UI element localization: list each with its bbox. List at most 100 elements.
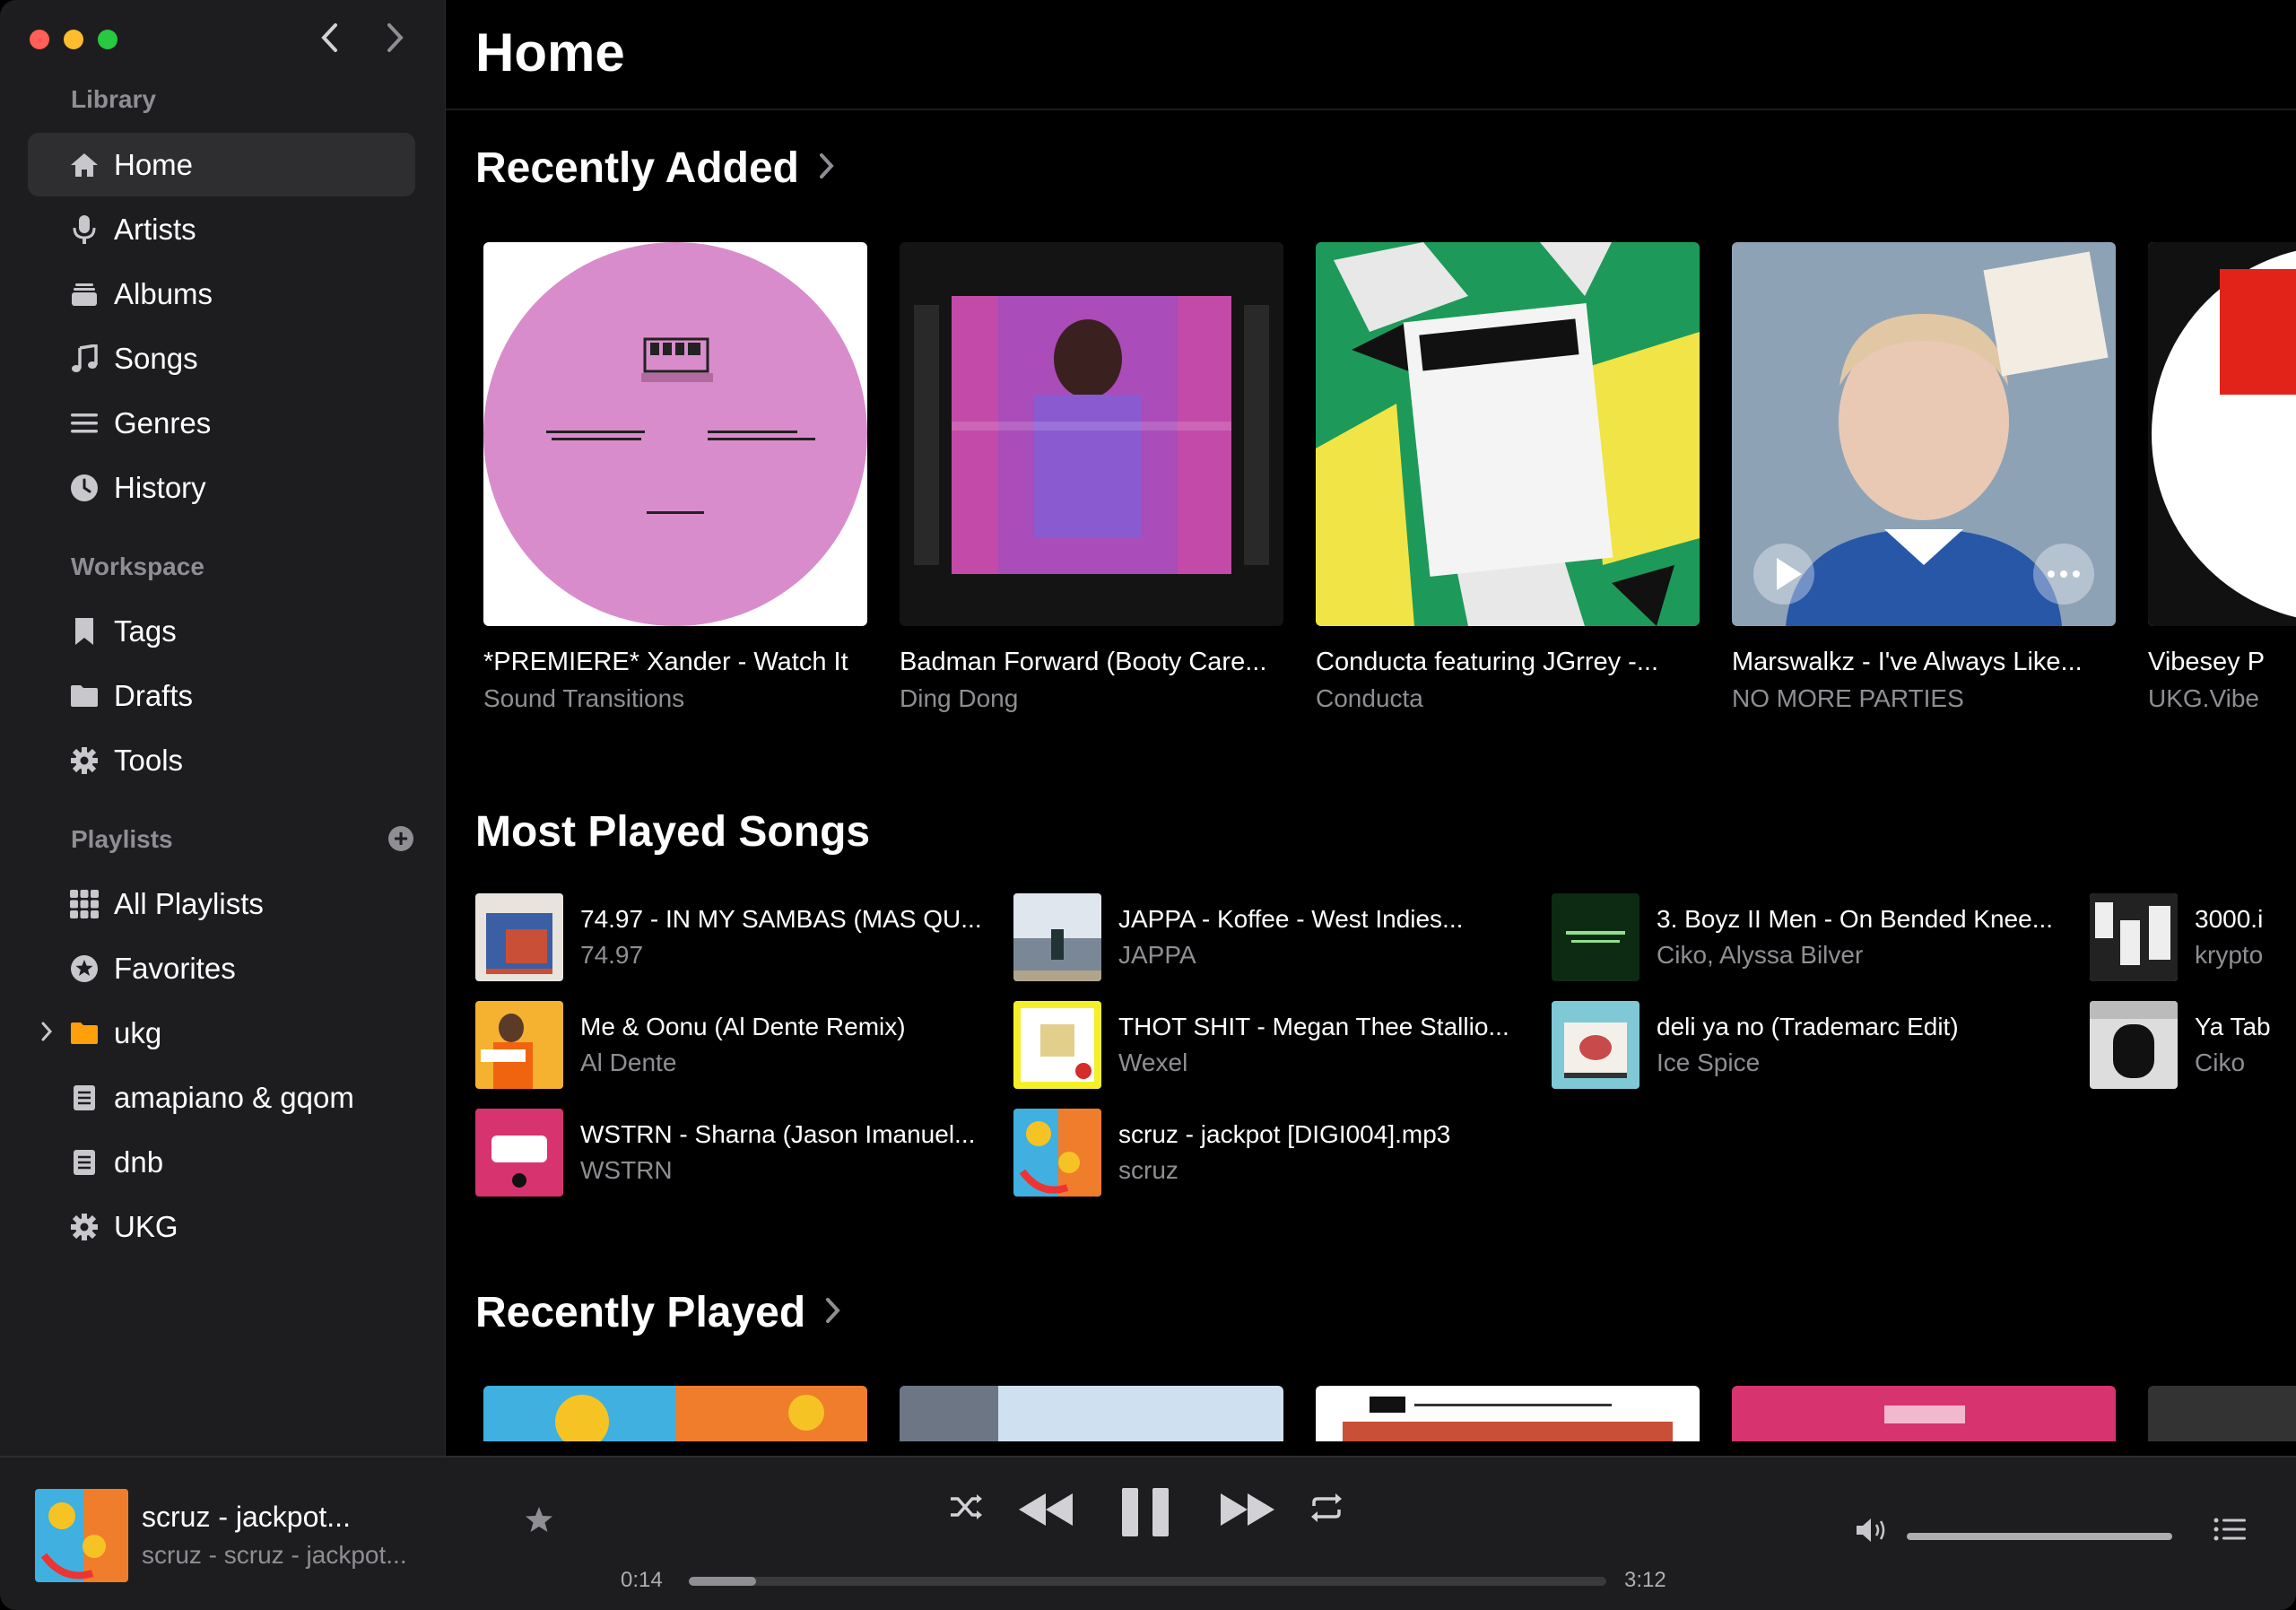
sidebar: Library Home Artists Albums Songs Genres… (0, 0, 446, 1456)
song-row[interactable]: 3. Boyz II Men - On Bended Knee... Ciko, … (1552, 893, 2090, 981)
song-artwork (1013, 893, 1101, 981)
sidebar-item-favorites[interactable]: Favorites (28, 936, 415, 1000)
song-artist: Ciko, Alyssa Bilver (1657, 941, 1864, 969)
song-row[interactable]: JAPPA - Koffee - West Indies... JAPPA (1013, 893, 1552, 981)
song-row[interactable]: 3000.i krypto (2090, 893, 2296, 981)
sidebar-item-dnb[interactable]: dnb (28, 1130, 415, 1194)
sidebar-item-ukg-folder[interactable]: ukg (28, 1001, 415, 1065)
song-title: THOT SHIT - Megan Thee Stallio... (1118, 1013, 1509, 1040)
song-title: deli ya no (Trademarc Edit) (1657, 1013, 1959, 1040)
folder-icon (69, 681, 100, 711)
album-card[interactable] (2148, 1386, 2296, 1441)
favorite-button[interactable] (525, 1504, 553, 1542)
song-artist: scruz (1118, 1156, 1178, 1184)
sidebar-item-songs[interactable]: Songs (28, 326, 415, 390)
zoom-button[interactable] (98, 30, 117, 49)
sidebar-item-label: Favorites (114, 951, 236, 985)
header-divider (446, 109, 2296, 110)
album-card[interactable]: Vibesey P UKG.Vibe (2148, 242, 2296, 713)
sidebar-item-history[interactable]: History (28, 456, 415, 519)
recently-added-row: *PREMIERE* Xander - Watch It Sound Trans… (483, 242, 2296, 744)
repeat-icon (1311, 1493, 1342, 1522)
volume-slider[interactable] (1907, 1533, 2172, 1540)
sidebar-item-all-playlists[interactable]: All Playlists (28, 872, 415, 936)
sidebar-item-ukg-smart[interactable]: UKG (28, 1195, 415, 1258)
sidebar-item-label: Home (114, 147, 194, 181)
clock-icon (69, 473, 100, 503)
star-circle-icon (69, 953, 100, 984)
album-card[interactable]: Badman Forward (Booty Care... Ding Dong (900, 242, 1283, 713)
close-button[interactable] (30, 30, 49, 49)
navigation-arrows (314, 18, 411, 57)
album-card[interactable] (900, 1386, 1283, 1441)
album-card[interactable]: Marswalkz - I've Always Like... NO MORE … (1732, 242, 2116, 713)
volume-icon[interactable] (1855, 1517, 1891, 1548)
next-button[interactable] (1219, 1492, 1276, 1527)
section-title: Most Played Songs (475, 808, 871, 856)
song-row[interactable]: scruz - jackpot [DIGI004].mp3 scruz (1013, 1109, 1552, 1197)
sidebar-item-tools[interactable]: Tools (28, 728, 415, 792)
song-row[interactable]: Me & Oonu (Al Dente Remix) Al Dente (475, 1001, 1013, 1089)
back-button[interactable] (314, 18, 344, 57)
sidebar-item-label: Tools (114, 743, 184, 777)
sidebar-item-label: dnb (114, 1144, 164, 1179)
album-card[interactable] (483, 1386, 867, 1441)
sidebar-item-label: amapiano & gqom (114, 1080, 354, 1114)
sidebar-item-home[interactable]: Home (28, 133, 415, 196)
album-card[interactable] (1316, 1386, 1700, 1441)
forward-button[interactable] (380, 18, 411, 57)
recently-played-header[interactable]: Recently Played (475, 1288, 841, 1337)
elapsed-time: 0:14 (621, 1568, 663, 1592)
microphone-icon (69, 214, 100, 245)
song-row[interactable]: THOT SHIT - Megan Thee Stallio... Wexel (1013, 1001, 1552, 1089)
sidebar-item-artists[interactable]: Artists (28, 197, 415, 261)
song-row[interactable]: WSTRN - Sharna (Jason Imanuel... WSTRN (475, 1109, 1013, 1197)
previous-button[interactable] (1017, 1492, 1074, 1527)
progress-slider[interactable] (689, 1577, 1606, 1586)
song-artwork (2090, 1001, 2178, 1089)
album-card[interactable]: Conducta featuring JGrrey -... Conducta (1316, 242, 1700, 713)
player-bar: scruz - jackpot... scruz - scruz - jackp… (0, 1456, 2296, 1610)
queue-button[interactable] (2213, 1517, 2246, 1546)
sidebar-item-label: History (114, 470, 206, 504)
album-title: Vibesey P (2148, 648, 2266, 676)
song-title: Ya Tab (2195, 1013, 2271, 1040)
song-title: 3. Boyz II Men - On Bended Knee... (1657, 905, 2054, 933)
gear-icon (69, 745, 100, 776)
song-artwork (475, 1109, 563, 1197)
bookmark-icon (69, 616, 100, 647)
song-artist: WSTRN (580, 1156, 673, 1184)
sidebar-item-tags[interactable]: Tags (28, 599, 415, 663)
now-playing-artwork[interactable] (35, 1489, 128, 1582)
song-row[interactable]: Ya Tab Ciko (2090, 1001, 2296, 1089)
workspace-section-label: Workspace (71, 553, 204, 580)
list-icon (69, 408, 100, 439)
now-playing-title: scruz - jackpot... (142, 1501, 351, 1533)
sidebar-item-genres[interactable]: Genres (28, 391, 415, 455)
song-artwork (1552, 1001, 1639, 1089)
album-cover (2148, 242, 2296, 626)
song-row[interactable]: 74.97 - IN MY SAMBAS (MAS QU... 74.97 (475, 893, 1013, 981)
sidebar-item-amapiano-gqom[interactable]: amapiano & gqom (28, 1066, 415, 1129)
recently-added-header[interactable]: Recently Added (475, 144, 835, 193)
recently-played-row (483, 1386, 2296, 1441)
sidebar-item-albums[interactable]: Albums (28, 262, 415, 326)
rewind-icon (1019, 1493, 1073, 1526)
fast-forward-icon (1221, 1493, 1274, 1526)
album-card[interactable] (1732, 1386, 2116, 1441)
minimize-button[interactable] (64, 30, 83, 49)
main-content: Home Recently Added *PREMIERE* Xander - … (446, 0, 2296, 1456)
add-playlist-button[interactable]: + (388, 826, 413, 851)
song-row[interactable]: deli ya no (Trademarc Edit) Ice Spice (1552, 1001, 2090, 1089)
repeat-button[interactable] (1309, 1492, 1344, 1524)
shuffle-button[interactable] (949, 1492, 985, 1522)
song-title: 74.97 - IN MY SAMBAS (MAS QU... (580, 905, 982, 933)
pause-button[interactable] (1120, 1486, 1170, 1538)
sidebar-item-label: Songs (114, 341, 198, 375)
album-card[interactable]: *PREMIERE* Xander - Watch It Sound Trans… (483, 242, 867, 713)
chevron-right-icon[interactable] (40, 1019, 53, 1048)
sidebar-item-label: Albums (114, 276, 213, 310)
sidebar-item-drafts[interactable]: Drafts (28, 664, 415, 727)
chevron-left-icon (321, 23, 337, 52)
page-title: Home (475, 22, 625, 83)
